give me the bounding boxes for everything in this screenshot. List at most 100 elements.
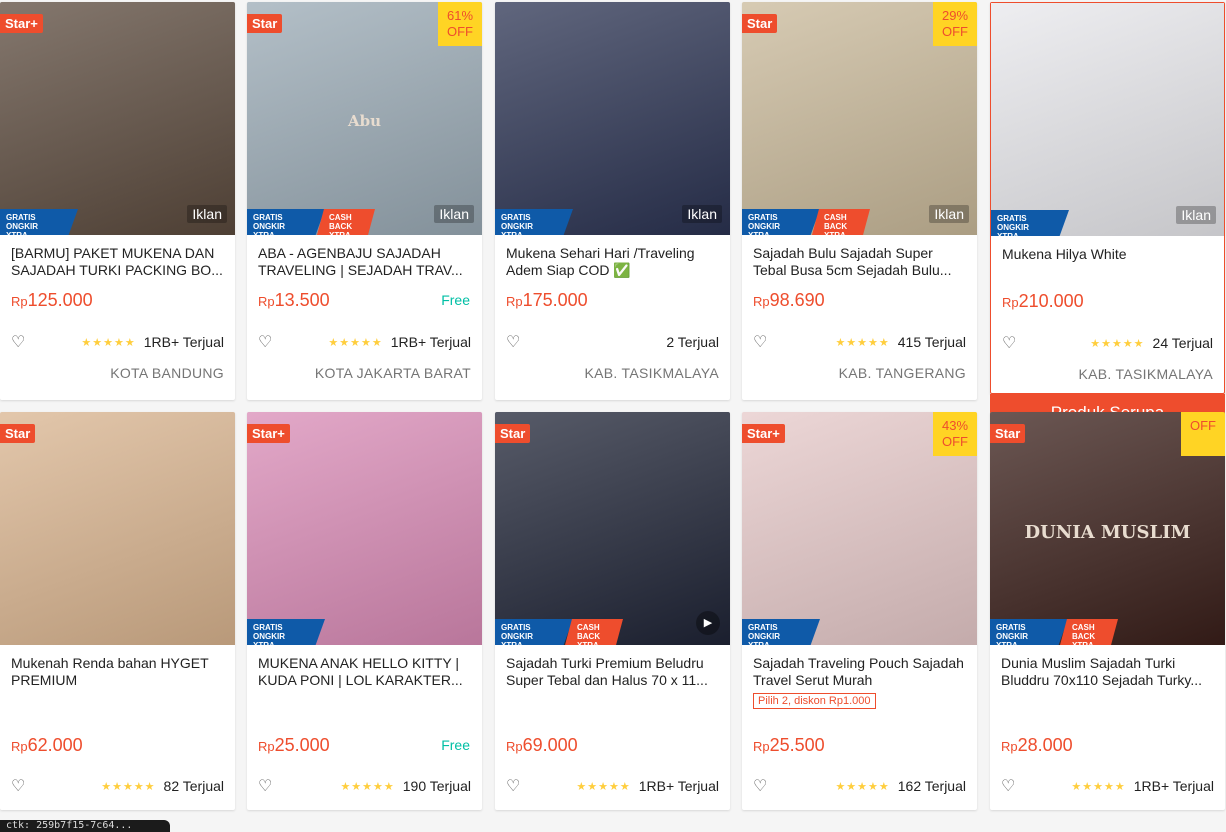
heart-icon[interactable]: ♡ [11,776,25,796]
product-price: Rp98.690 [753,290,825,310]
status-tooltip: ctk: 259b7f15-7c64... [0,820,170,832]
product-image[interactable]: Iklan GRATIS ONGKIR XTRA [991,3,1224,236]
heart-icon[interactable]: ♡ [753,332,767,352]
star-seller-badge: Star [0,424,36,443]
sold-count: 1RB+ Terjual [143,334,224,350]
product-image[interactable]: DUNIA MUSLIM Star OFF GRATIS ONGKIR XTRACAS… [990,412,1225,645]
free-shipping-icon: Free [441,292,470,308]
product-title[interactable]: Sajadah Turki Premium Beludru Super Teba… [495,645,730,689]
product-card[interactable]: Abu Star 61% OFF Iklan GRATIS ONGKIR XTRACAS… [247,2,482,400]
product-price: Rp13.500 [258,290,330,310]
star-seller-badge: Star [990,424,1026,443]
play-icon[interactable]: ▶ [696,611,720,635]
product-card[interactable]: DUNIA MUSLIM Star OFF GRATIS ONGKIR XTRACAS… [990,412,1225,810]
shop-location: KOTA BANJARMASIN [821,809,966,810]
product-image[interactable]: Star+ 43% OFF GRATIS ONGKIR XTRA [742,412,977,645]
product-meta: ♡ ★★★★★ 1RB+ Terjual [258,332,471,352]
product-image[interactable]: Abu Star 61% OFF Iklan GRATIS ONGKIR XTRACAS… [247,2,482,235]
star-seller-badge: Star+ [247,424,290,443]
product-price: Rp210.000 [1002,291,1084,311]
ad-label: Iklan [187,205,227,223]
sold-count: 190 Terjual [402,778,471,794]
product-meta: ♡ ★★★★★ 190 Terjual [258,776,471,796]
discount-badge: OFF [1181,412,1225,456]
product-price: Rp69.000 [506,735,578,755]
rating-stars-icon: ★★★★★ [1090,337,1145,350]
free-shipping-badge: GRATIS ONGKIR XTRA [742,209,820,235]
product-meta: ♡ 2 Terjual [506,332,719,352]
promo-badges: GRATIS ONGKIR XTRACASH BACK XTRA [247,209,375,235]
product-title[interactable]: [BARMU] PAKET MUKENA DAN SAJADAH TURKI P… [0,235,235,279]
sold-count: 82 Terjual [163,778,224,794]
free-shipping-badge: GRATIS ONGKIR XTRA [247,619,325,645]
heart-icon[interactable]: ♡ [506,332,520,352]
promo-badges: GRATIS ONGKIR XTRA [0,209,78,235]
product-card[interactable]: Iklan GRATIS ONGKIR XTRAMukena Hilya Whit… [990,2,1225,432]
shop-location: KOTA BANDUNG [110,365,224,381]
free-shipping-badge: GRATIS ONGKIR XTRA [0,209,78,235]
product-title[interactable]: Sajadah Bulu Sajadah Super Tebal Busa 5c… [742,235,977,279]
product-image[interactable]: Star [0,412,235,645]
ad-label: Iklan [434,205,474,223]
cashback-badge: CASH BACK XTRA [812,209,870,235]
heart-icon[interactable]: ♡ [258,332,272,352]
product-image[interactable]: Star ▶ GRATIS ONGKIR XTRACASH BACK XTRA [495,412,730,645]
product-image[interactable]: Star+ Iklan GRATIS ONGKIR XTRA [0,2,235,235]
sold-count: 162 Terjual [897,778,966,794]
heart-icon[interactable]: ♡ [1001,776,1015,796]
heart-icon[interactable]: ♡ [506,776,520,796]
product-card[interactable]: Star+ Iklan GRATIS ONGKIR XTRA[BARMU] PAKE… [0,2,235,400]
discount-badge: 29% OFF [933,2,977,46]
product-card[interactable]: Star+ GRATIS ONGKIR XTRAMUKENA ANAK HELLO… [247,412,482,810]
heart-icon[interactable]: ♡ [11,332,25,352]
product-card[interactable]: Iklan GRATIS ONGKIR XTRAMukena Sehari Har… [495,2,730,400]
product-grid: Star+IklanGRATIS ONGKIR XTRA[BARMU] PAKE… [0,0,1226,832]
free-shipping-badge: GRATIS ONGKIR XTRA [495,619,573,645]
free-shipping-badge: GRATIS ONGKIR XTRA [742,619,820,645]
product-image[interactable]: Star+ GRATIS ONGKIR XTRA [247,412,482,645]
free-shipping-badge: GRATIS ONGKIR XTRA [991,210,1069,236]
product-title[interactable]: Sajadah Traveling Pouch Sajadah Travel S… [742,645,977,689]
product-card[interactable]: Star ▶ GRATIS ONGKIR XTRACASH BACK XTRASaj… [495,412,730,810]
promo-badges: GRATIS ONGKIR XTRACASH BACK XTRA [495,619,623,645]
product-price: Rp25.500 [753,735,825,755]
product-price: Rp62.000 [11,735,83,755]
product-title[interactable]: Dunia Muslim Sajadah Turki Bluddru 70x11… [990,645,1225,689]
product-meta: ♡ ★★★★★ 82 Terjual [11,776,224,796]
rating-stars-icon: ★★★★★ [340,780,395,793]
star-seller-badge: Star+ [0,14,43,33]
product-price: Rp125.000 [11,290,93,310]
product-title[interactable]: Mukena Hilya White [991,236,1224,280]
product-meta: ♡ ★★★★★ 1RB+ Terjual [506,776,719,796]
product-meta: ♡ ★★★★★ 1RB+ Terjual [1001,776,1214,796]
shop-location: KAB. TASIKMALAYA [1078,366,1213,382]
product-card[interactable]: Star Mukenah Renda bahan HYGET PREMIUM Rp6… [0,412,235,810]
product-title[interactable]: MUKENA ANAK HELLO KITTY | KUDA PONI | LO… [247,645,482,689]
rating-stars-icon: ★★★★★ [576,780,631,793]
product-image[interactable]: Iklan GRATIS ONGKIR XTRA [495,2,730,235]
product-image[interactable]: Star 29% OFF Iklan GRATIS ONGKIR XTRACASH B… [742,2,977,235]
star-seller-badge: Star+ [742,424,785,443]
sold-count: 2 Terjual [666,334,719,350]
sold-count: 415 Terjual [897,334,966,350]
sold-count: 1RB+ Terjual [1133,778,1214,794]
product-title[interactable]: ABA - AGENBAJU SAJADAH TRAVELING | SEJAD… [247,235,482,279]
image-label: DUNIA MUSLIM [1024,522,1191,543]
product-title[interactable]: Mukena Sehari Hari /Traveling Adem Siap … [495,235,730,279]
promo-badges: GRATIS ONGKIR XTRA [495,209,573,235]
heart-icon[interactable]: ♡ [1002,333,1016,353]
product-title[interactable]: Mukenah Renda bahan HYGET PREMIUM [0,645,235,689]
product-meta: ♡ ★★★★★ 162 Terjual [753,776,966,796]
promo-badges: GRATIS ONGKIR XTRA [247,619,325,645]
cashback-badge: CASH BACK XTRA [317,209,375,235]
product-card[interactable]: Star 29% OFF Iklan GRATIS ONGKIR XTRACASH B… [742,2,977,400]
heart-icon[interactable]: ♡ [753,776,767,796]
product-card[interactable]: Star+ 43% OFF GRATIS ONGKIR XTRASajadah Tr… [742,412,977,810]
free-shipping-icon: Free [441,737,470,753]
heart-icon[interactable]: ♡ [258,776,272,796]
discount-badge: 61% OFF [438,2,482,46]
product-price: Rp28.000 [1001,735,1073,755]
star-seller-badge: Star [742,14,778,33]
rating-stars-icon: ★★★★★ [328,336,383,349]
shop-location: KAB. MOJOKERTO [591,809,719,810]
